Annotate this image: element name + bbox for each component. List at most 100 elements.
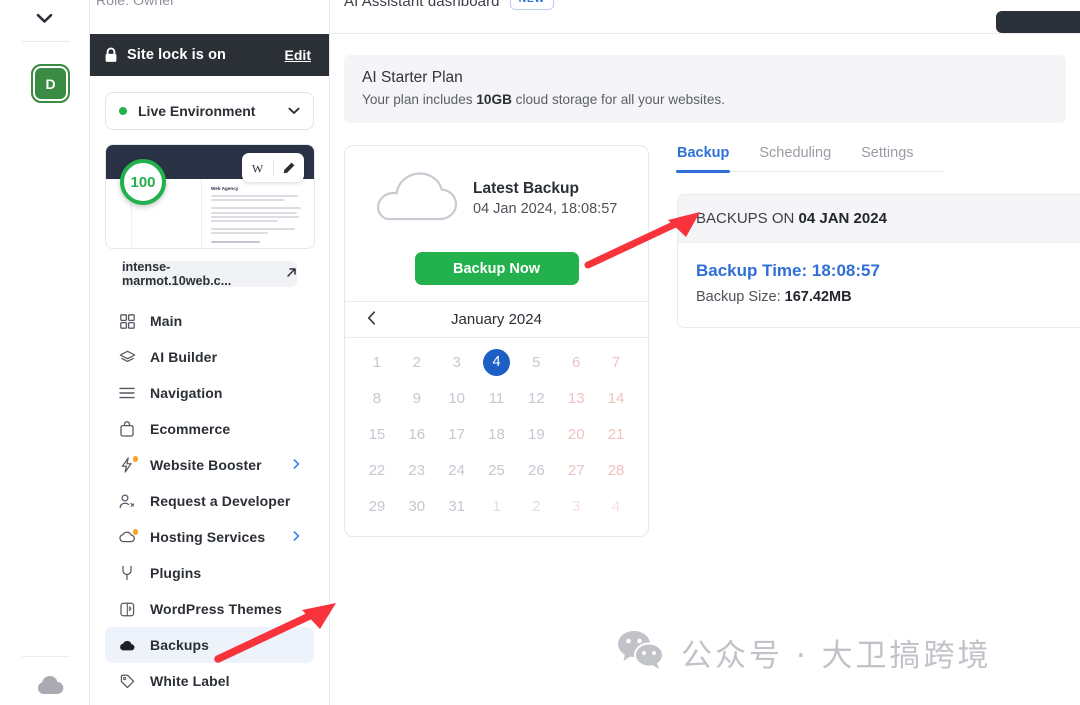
calendar-day[interactable]: 9: [397, 380, 437, 416]
sidebar-item-hosting-services[interactable]: Hosting Services: [105, 519, 314, 555]
backup-size-value: 167.42MB: [784, 289, 852, 305]
calendar-day[interactable]: 27: [556, 452, 596, 488]
calendar-grid: 1 2 3 4 5 6 7 8 9 10 11 12 13 14 15 16 17 18 19 20 21 22 23 24 2…: [345, 337, 648, 536]
calendar-month-label: January 2024: [451, 311, 542, 328]
calendar-day[interactable]: 22: [357, 452, 397, 488]
calendar-day[interactable]: 17: [437, 416, 477, 452]
themes-icon: [117, 602, 137, 617]
avatar-initial: D: [45, 75, 56, 92]
calendar-day[interactable]: 31: [437, 488, 477, 524]
tab-scheduling[interactable]: Scheduling: [759, 145, 831, 171]
sidebar-item-request-a-developer[interactable]: Request a Developer: [105, 483, 314, 519]
sidebar-item-label: Backups: [150, 637, 210, 653]
sidebar-item-label: Website Booster: [150, 457, 262, 473]
calendar-day[interactable]: 18: [477, 416, 517, 452]
calendar-day[interactable]: 14: [596, 380, 636, 416]
site-lock-bar: Site lock is on Edit: [90, 34, 329, 76]
sidebar-item-white-label[interactable]: White Label: [105, 663, 314, 699]
menu-lines-icon: [117, 387, 137, 399]
calendar-day[interactable]: 23: [397, 452, 437, 488]
chevron-right-icon: [293, 458, 300, 472]
tag-icon: [117, 674, 137, 689]
calendar-day[interactable]: 26: [516, 452, 556, 488]
header-action-button[interactable]: [996, 11, 1080, 33]
avatar[interactable]: D: [31, 64, 70, 103]
site-thumbnail[interactable]: Web Agency W 100: [105, 144, 315, 249]
notification-dot: [132, 529, 138, 535]
backups-box-header: BACKUPS ON 04 JAN 2024: [678, 195, 1080, 243]
sidebar-item-ai-builder[interactable]: AI Builder: [105, 339, 314, 375]
environment-label: Live Environment: [138, 103, 256, 119]
tab-settings[interactable]: Settings: [861, 145, 913, 171]
page-title: AI Assistant dashboard: [344, 0, 500, 10]
sidebar-item-wordpress-themes[interactable]: WordPress Themes: [105, 591, 314, 627]
calendar-day[interactable]: 25: [477, 452, 517, 488]
watermark-text: 公众号 · 大卫搞跨境: [681, 638, 992, 674]
chevron-left-icon[interactable]: [367, 310, 376, 329]
sidebar-item-website-booster[interactable]: Website Booster: [105, 447, 314, 483]
wordpress-w-icon[interactable]: W: [242, 161, 273, 175]
sidebar-item-label: White Label: [150, 673, 230, 689]
calendar-day[interactable]: 12: [516, 380, 556, 416]
calendar-day[interactable]: 15: [357, 416, 397, 452]
calendar-day[interactable]: 10: [437, 380, 477, 416]
rail-collapse-chevron-icon[interactable]: [32, 8, 58, 28]
rail-divider: [22, 41, 70, 42]
pencil-icon[interactable]: [274, 161, 305, 175]
calendar-day[interactable]: 19: [516, 416, 556, 452]
cloud-icon: [117, 529, 138, 544]
calendar-day[interactable]: 7: [596, 344, 636, 380]
site-score-value: 100: [130, 173, 156, 191]
cloud-filled-icon: [117, 639, 137, 652]
plan-title: AI Starter Plan: [362, 69, 463, 86]
notification-dot: [132, 456, 138, 462]
sidebar-item-main[interactable]: Main: [105, 303, 314, 339]
site-url-chip[interactable]: intense-marmot.10web.c...: [122, 260, 297, 288]
person-gear-icon: [117, 493, 137, 509]
site-score-badge: 100: [120, 159, 166, 205]
cloud-icon[interactable]: [33, 670, 67, 700]
calendar-day[interactable]: 6: [556, 344, 596, 380]
calendar-day[interactable]: 5: [516, 344, 556, 380]
site-preview-card[interactable]: Web Agency W 100 intense-marmot.10web.c.…: [105, 144, 315, 288]
calendar-day[interactable]: 16: [397, 416, 437, 452]
backup-card: Latest Backup 04 Jan 2024, 18:08:57 Back…: [344, 145, 649, 537]
plan-description-suffix: cloud storage for all your websites.: [511, 92, 725, 107]
sidebar-item-navigation[interactable]: Navigation: [105, 375, 314, 411]
calendar-day[interactable]: 24: [437, 452, 477, 488]
calendar-day[interactable]: 8: [357, 380, 397, 416]
backup-now-button[interactable]: Backup Now: [414, 252, 579, 285]
calendar-day[interactable]: 29: [357, 488, 397, 524]
calendar-day[interactable]: 3: [556, 488, 596, 524]
environment-select[interactable]: Live Environment: [105, 92, 314, 130]
calendar-day[interactable]: 1: [477, 488, 517, 524]
calendar-day[interactable]: 20: [556, 416, 596, 452]
calendar-header: January 2024: [345, 301, 648, 337]
sidebar-item-label: Main: [150, 313, 183, 329]
calendar-day[interactable]: 3: [437, 344, 477, 380]
backup-time[interactable]: Backup Time: 18:08:57: [696, 261, 1080, 281]
backup-detail-panel: Backup Scheduling Settings BACKUPS ON 04…: [675, 145, 1080, 537]
main-content: AI Assistant dashboard NEW AI Starter Pl…: [330, 0, 1080, 705]
site-lock-edit-link[interactable]: Edit: [285, 47, 311, 63]
sidebar-item-backups[interactable]: Backups: [105, 627, 314, 663]
calendar-day[interactable]: 21: [596, 416, 636, 452]
calendar-day[interactable]: 11: [477, 380, 517, 416]
sidebar: Role: Owner Site lock is on Edit Live En…: [90, 0, 330, 705]
calendar-day[interactable]: 4: [596, 488, 636, 524]
cloud-outline-icon: [355, 162, 473, 234]
sidebar-item-plugins[interactable]: Plugins: [105, 555, 314, 591]
layers-icon: [117, 350, 137, 365]
sidebar-item-label: Plugins: [150, 565, 202, 581]
sidebar-item-ecommerce[interactable]: Ecommerce: [105, 411, 314, 447]
sidebar-item-label: WordPress Themes: [150, 601, 283, 617]
calendar-day[interactable]: 1: [357, 344, 397, 380]
calendar-day[interactable]: 13: [556, 380, 596, 416]
calendar-day[interactable]: 2: [516, 488, 556, 524]
calendar-day[interactable]: 2: [397, 344, 437, 380]
calendar-day[interactable]: 28: [596, 452, 636, 488]
calendar-day[interactable]: 4: [477, 344, 517, 380]
calendar-day[interactable]: 30: [397, 488, 437, 524]
tab-backup[interactable]: Backup: [675, 145, 731, 173]
plan-description-prefix: Your plan includes: [362, 92, 477, 107]
